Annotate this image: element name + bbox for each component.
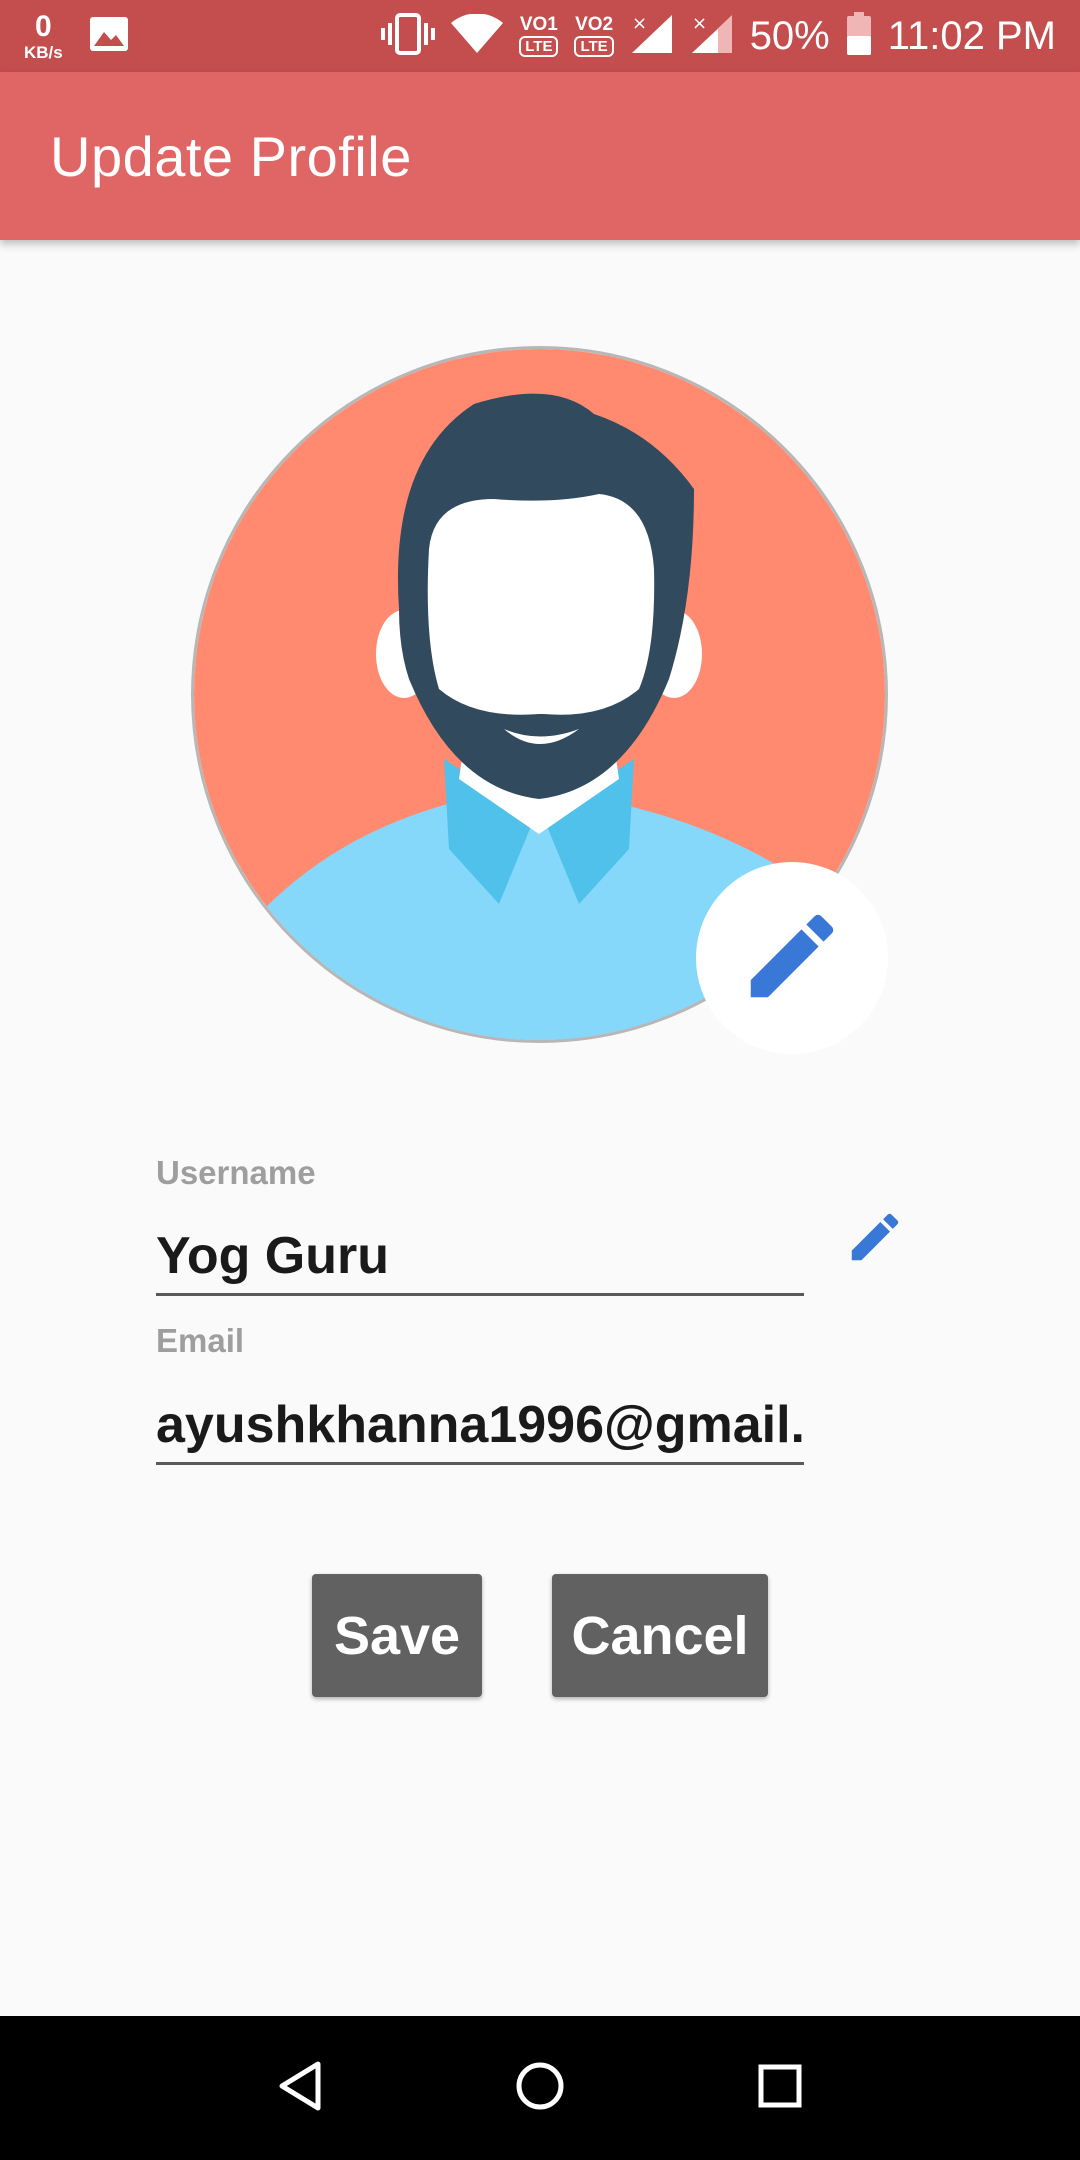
signal-icon: ×: [630, 13, 674, 60]
status-bar-right: VO1 LTE VO2 LTE × × 50% 11:02 PM: [381, 11, 1056, 61]
sim2-label: VO: [575, 14, 603, 35]
network-speed-unit: KB/s: [24, 42, 63, 62]
sim1-volte-indicator: VO1 LTE: [519, 14, 559, 57]
image-icon: [89, 16, 129, 57]
app-bar: Update Profile: [0, 72, 1080, 240]
email-field[interactable]: ayushkhanna1996@gmail.com: [156, 1385, 804, 1465]
sim2-volte-indicator: VO2 LTE: [574, 14, 614, 57]
sim1-index: 1: [547, 14, 558, 35]
sim1-tech: LTE: [519, 36, 559, 57]
status-bar-left: 0 KB/s: [24, 9, 129, 62]
username-field[interactable]: Yog Guru: [156, 1216, 804, 1296]
email-label: Email: [156, 1322, 245, 1359]
svg-text:×: ×: [632, 13, 647, 34]
cancel-button[interactable]: Cancel: [552, 1574, 768, 1697]
recents-button[interactable]: [744, 2052, 816, 2124]
network-speed: 0 KB/s: [24, 9, 63, 62]
sim2-index: 2: [602, 14, 614, 35]
battery-percent: 50%: [749, 13, 830, 58]
page-title: Update Profile: [50, 124, 412, 188]
wifi-icon: [451, 12, 504, 59]
network-speed-value: 0: [35, 9, 52, 43]
pencil-icon: [844, 1206, 906, 1273]
home-icon: [514, 2060, 566, 2117]
back-button[interactable]: [264, 2052, 336, 2124]
save-button[interactable]: Save: [312, 1574, 482, 1697]
edit-username-button[interactable]: [840, 1204, 910, 1274]
profile-photo-area: [191, 346, 888, 1054]
update-profile-screen: 0 KB/s VO1 LTE VO2 LTE × × 50% 11:02 PM …: [0, 0, 1080, 2160]
back-icon: [276, 2060, 324, 2117]
sim1-label: VO: [519, 14, 548, 35]
vibrate-icon: [381, 12, 436, 61]
home-button[interactable]: [504, 2052, 576, 2124]
navigation-bar: [0, 2016, 1080, 2160]
sim2-tech: LTE: [574, 36, 614, 57]
pencil-icon: [737, 901, 847, 1016]
svg-text:×: ×: [692, 13, 707, 34]
battery-icon: [846, 11, 872, 61]
signal-icon-2: ×: [690, 13, 734, 60]
username-label: Username: [156, 1154, 316, 1191]
status-bar: 0 KB/s VO1 LTE VO2 LTE × × 50% 11:02 PM: [0, 0, 1080, 72]
recents-icon: [757, 2063, 803, 2114]
edit-photo-button[interactable]: [696, 862, 888, 1054]
clock: 11:02 PM: [887, 13, 1056, 58]
